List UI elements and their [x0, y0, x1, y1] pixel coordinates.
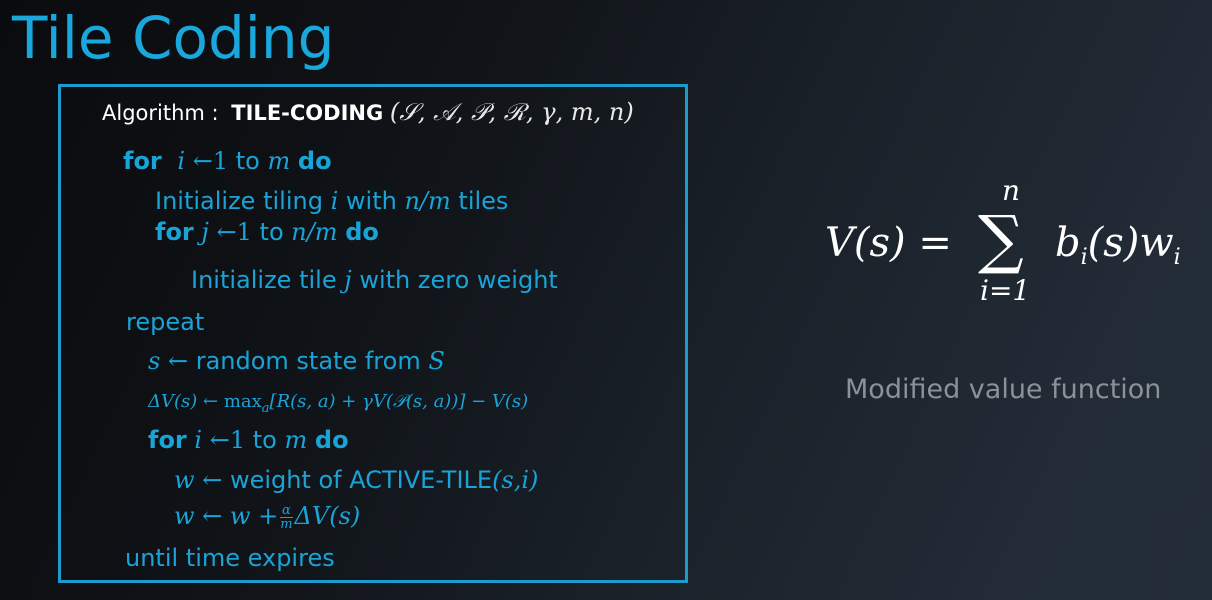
weight-update-line: w ← w + α m ΔV(s) — [174, 501, 360, 531]
keyword-do: do — [314, 426, 349, 454]
slide-title: Tile Coding — [12, 4, 335, 72]
assign-arrow: ← — [167, 347, 189, 375]
fraction-denominator: m — [280, 516, 293, 532]
weight-var: w — [174, 466, 195, 494]
keyword-to: to — [252, 426, 277, 454]
with-text: with — [345, 187, 397, 215]
delta-rhs: [R(s, a) + γV(𝒫(s, a))] − V(s) — [269, 391, 529, 412]
until-line: until time expires — [125, 544, 335, 572]
active-tile-args: (s,i) — [492, 466, 539, 494]
loop-start: 1 — [212, 147, 229, 175]
basis-function: b — [1055, 220, 1081, 266]
zero-weight-text: with zero weight — [359, 266, 558, 294]
keyword-for: for — [123, 147, 162, 175]
tiling-var: i — [330, 187, 339, 215]
tiles-expr: n/m — [404, 187, 451, 215]
assign-arrow: ← — [216, 218, 237, 246]
loop-var: j — [201, 218, 209, 246]
for-loop-tiles: for j ←1 to n/m do — [155, 217, 379, 247]
loop-var: i — [194, 426, 203, 454]
formula-caption: Modified value function — [845, 374, 1162, 405]
loop-var: i — [177, 147, 186, 175]
max-operator: max — [223, 391, 262, 412]
formula-rhs: bi(s)wi — [1055, 220, 1181, 270]
loop-start: 1 — [236, 218, 252, 246]
keyword-for: for — [155, 218, 194, 246]
delta-update-line: ΔV(s) ← maxa[R(s, a) + γV(𝒫(s, a))] − V(… — [148, 387, 528, 424]
active-tile-text: weight of ACTIVE-TILE — [229, 466, 493, 494]
algorithm-box: Algorithm : TILE-CODING (𝒮, 𝒜, 𝒫, ℛ, γ, … — [58, 84, 688, 583]
tiles-text: tiles — [458, 187, 509, 215]
algorithm-params: (𝒮, 𝒜, 𝒫, ℛ, γ, m, n) — [389, 98, 634, 126]
fraction-numerator: α — [280, 502, 293, 518]
for-loop-tilings: for i ←1 to m do — [123, 146, 332, 176]
keyword-for: for — [148, 426, 187, 454]
init-tiling-text: Initialize tiling — [155, 187, 323, 215]
sum-lower-limit: i=1 — [980, 274, 1031, 307]
loop-end: m — [284, 426, 308, 454]
algorithm-label: Algorithm : — [102, 101, 219, 125]
keyword-to: to — [259, 218, 284, 246]
weight-subscript: i — [1173, 245, 1181, 270]
init-tiling-line: Initialize tiling i with n/m tiles — [155, 186, 508, 216]
for-loop-update: for i ←1 to m do — [148, 425, 349, 455]
state-var: s — [148, 347, 161, 375]
loop-end: m — [267, 147, 291, 175]
alpha-over-m-fraction: αm — [280, 502, 293, 532]
random-state-text: random state from — [195, 347, 421, 375]
weight-lookup-line: w ← weight of ACTIVE-TILE(s,i) — [174, 465, 538, 495]
formula-lhs: V(s) = — [825, 220, 952, 266]
summation-icon: ∑ — [978, 203, 1024, 277]
max-subscript: a — [261, 401, 270, 416]
loop-end: n/m — [291, 218, 338, 246]
weight-update-lhs: w ← w + — [174, 502, 279, 530]
keyword-do: do — [345, 218, 379, 246]
delta-lhs: ΔV(s) ← — [148, 391, 219, 412]
algorithm-name: TILE-CODING — [231, 101, 384, 125]
keyword-to: to — [235, 147, 260, 175]
assign-arrow: ← — [192, 147, 213, 175]
assign-arrow: ← — [202, 466, 223, 494]
formula-rhs-mid: (s)w — [1087, 220, 1174, 266]
repeat-keyword: repeat — [126, 308, 205, 336]
init-tile-text: Initialize tile — [191, 266, 337, 294]
algorithm-header: Algorithm : TILE-CODING (𝒮, 𝒜, 𝒫, ℛ, γ, … — [102, 97, 634, 128]
keyword-do: do — [297, 147, 332, 175]
loop-start: 1 — [229, 426, 246, 454]
basis-subscript: i — [1080, 245, 1088, 270]
weight-update-rhs: ΔV(s) — [294, 502, 361, 530]
assign-arrow: ← — [209, 426, 230, 454]
state-set: S — [428, 347, 445, 375]
sample-state-line: s ← random state from S — [148, 346, 445, 376]
tile-var: j — [344, 266, 352, 294]
init-tile-line: Initialize tile j with zero weight — [191, 265, 558, 295]
